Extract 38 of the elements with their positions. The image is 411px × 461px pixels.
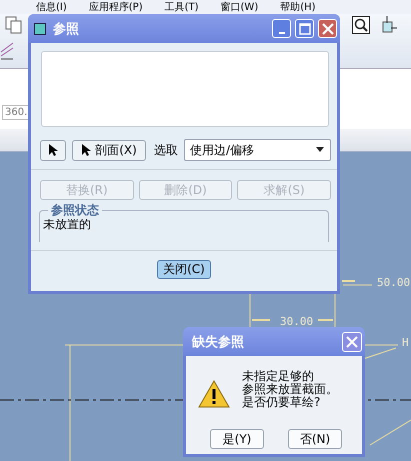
cube-icon	[34, 22, 46, 34]
close-icon	[322, 22, 334, 34]
value-field[interactable]: 360.	[2, 105, 30, 120]
close-dialog-button[interactable]: 关闭(C)	[157, 260, 211, 279]
close-button[interactable]	[342, 332, 362, 352]
dialog-button[interactable]: 是(Y)	[210, 429, 264, 449]
copy-icon[interactable]	[5, 16, 23, 34]
sketch-tool-icon[interactable]	[0, 40, 14, 60]
menu-item[interactable]: 应用程序(P)	[88, 0, 143, 14]
window-title: 参照	[53, 20, 79, 38]
axis-label: H	[402, 336, 409, 349]
section-button[interactable]: 剖面(X)	[72, 140, 146, 160]
pointer-icon	[48, 143, 58, 157]
search-icon[interactable]	[352, 16, 370, 34]
cube-icon[interactable]	[381, 16, 397, 34]
filter-dropdown[interactable]: 使用边/偏移	[184, 139, 331, 161]
menu-item[interactable]: 工具(T)	[164, 0, 199, 14]
pointer-icon	[81, 143, 92, 157]
close-icon	[346, 336, 358, 348]
dialog-button[interactable]: 否(N)	[288, 429, 342, 449]
status-text: 未放置的	[43, 216, 92, 233]
window-title: 缺失参照	[192, 334, 244, 350]
menu-item[interactable]: 帮助(H)	[280, 0, 316, 14]
close-button[interactable]	[318, 19, 337, 38]
dimension-text: 50.00	[377, 276, 410, 289]
filter-label: 选取	[154, 142, 178, 158]
dropdown-arrow-icon	[316, 147, 324, 153]
warning-icon	[198, 380, 230, 408]
group-label: 参照状态	[48, 202, 102, 219]
menu-item[interactable]: 窗口(W)	[220, 0, 258, 14]
maximize-button[interactable]	[295, 19, 314, 38]
minimize-icon	[278, 32, 284, 34]
menu-item[interactable]: 信息(I)	[36, 0, 67, 14]
dimension-text: 30.00	[280, 315, 314, 328]
minimize-button[interactable]	[272, 19, 291, 38]
maximize-icon	[298, 22, 310, 34]
select-button[interactable]	[40, 140, 66, 160]
message-text: 未指定足够的 参照来放置截面。 是否仍要草绘?	[242, 370, 338, 409]
